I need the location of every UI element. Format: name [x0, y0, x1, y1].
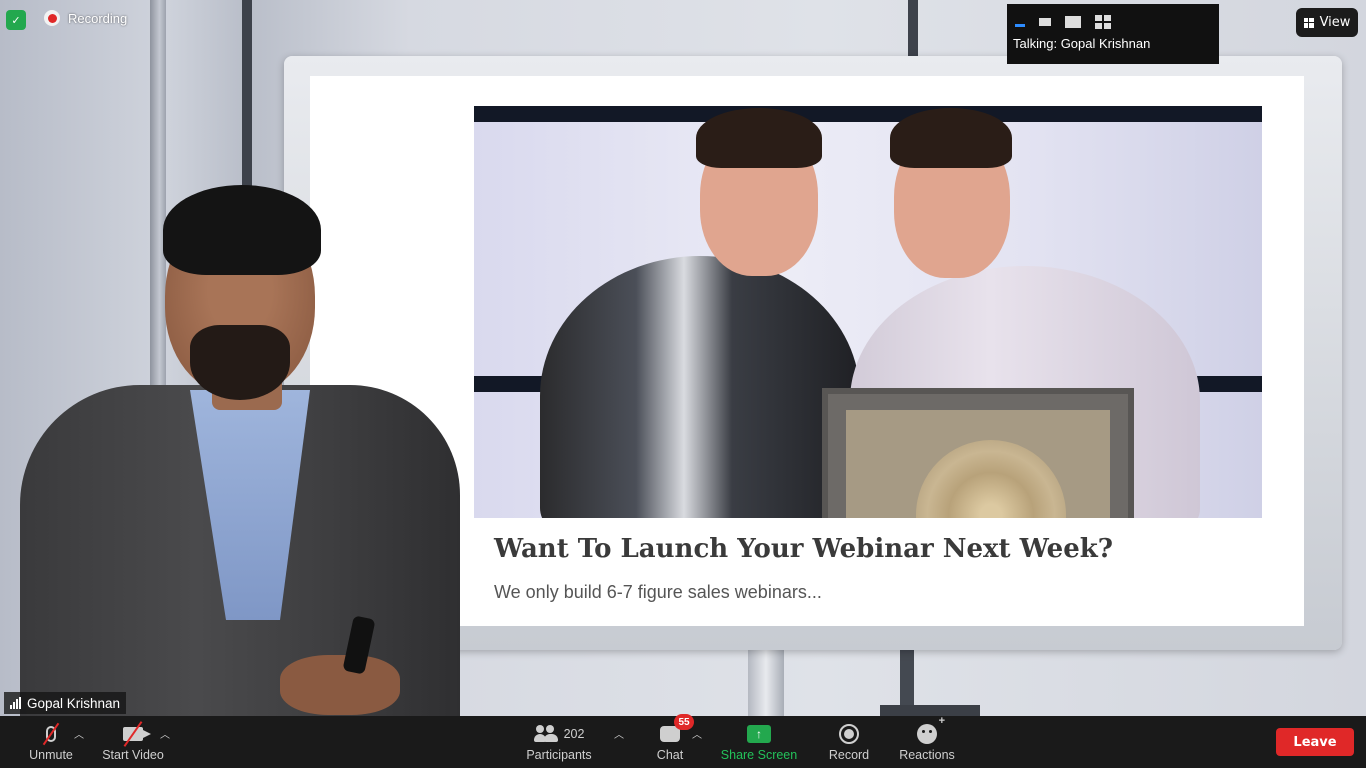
plaque-inner	[846, 410, 1110, 518]
share-screen-icon: ↑	[747, 725, 771, 743]
chat-button[interactable]: 55 Chat	[648, 714, 694, 768]
participants-button[interactable]: 202 Participants	[518, 716, 600, 768]
slide-subheadline: We only build 6-7 figure sales webinars.…	[494, 582, 822, 602]
unmute-label: Unmute	[29, 748, 73, 762]
zoom-meeting-window: Want To Launch Your Webinar Next Week? W…	[0, 0, 1366, 768]
photo-stripe	[474, 106, 1262, 122]
stand-base	[880, 705, 980, 716]
audio-options-caret-icon[interactable]: ︿	[74, 726, 84, 741]
large-layout-icon[interactable]	[1065, 16, 1081, 28]
leave-button[interactable]: Leave	[1276, 728, 1354, 756]
recording-dot-icon	[44, 10, 60, 26]
record-icon	[839, 724, 859, 744]
wall-shadow	[242, 0, 252, 200]
grid-icon	[1303, 17, 1314, 28]
wall-shadow	[908, 0, 918, 56]
share-screen-label: Share Screen	[720, 748, 798, 762]
video-options-caret-icon[interactable]: ︿	[160, 726, 170, 741]
recording-indicator[interactable]: Recording	[44, 10, 127, 26]
participants-label: Participants	[526, 748, 592, 762]
chat-options-caret-icon[interactable]: ︿	[692, 726, 702, 741]
award-disc	[916, 440, 1066, 518]
slide-headline: Want To Launch Your Webinar Next Week?	[494, 534, 1113, 564]
reactions-button[interactable]: Reactions	[894, 715, 960, 768]
shield-check-icon[interactable]: ✓	[6, 10, 26, 30]
gallery-icon[interactable]	[1095, 15, 1111, 29]
participants-count: 202	[563, 727, 585, 741]
record-button[interactable]: Record	[824, 716, 874, 768]
minimize-icon[interactable]	[1015, 24, 1025, 27]
person-left	[540, 256, 860, 518]
talking-indicator: Talking: Gopal Krishnan	[1013, 36, 1151, 51]
view-button[interactable]: View	[1296, 8, 1358, 37]
participants-icon-group: 202	[533, 722, 585, 746]
chat-icon-group: 55	[660, 714, 694, 746]
video-off-icon	[123, 721, 151, 747]
active-speaker-panel: Talking: Gopal Krishnan	[1007, 4, 1219, 64]
slide-photo	[474, 106, 1262, 518]
presenter	[20, 185, 480, 716]
screen-stand	[748, 650, 784, 716]
person-left-hair	[696, 108, 822, 168]
recording-label: Recording	[68, 10, 128, 26]
start-video-button[interactable]: Start Video	[96, 716, 170, 768]
presenter-hand	[280, 655, 400, 715]
view-label: View	[1319, 15, 1351, 30]
reactions-icon-wrap	[917, 715, 945, 746]
presenter-hair	[163, 185, 321, 275]
video-feed: Want To Launch Your Webinar Next Week? W…	[0, 0, 1366, 716]
layout-switcher	[1007, 4, 1219, 32]
share-screen-button[interactable]: ↑ Share Screen	[716, 716, 802, 768]
record-label: Record	[828, 748, 870, 762]
person-right-hair	[890, 108, 1012, 168]
presenter-beard	[190, 325, 290, 400]
share-screen-icon-wrap: ↑	[747, 722, 771, 746]
small-layout-icon[interactable]	[1039, 18, 1051, 26]
unmute-button[interactable]: Unmute	[22, 716, 80, 768]
signal-bars-icon	[10, 697, 21, 709]
participant-name: Gopal Krishnan	[27, 695, 121, 711]
award-plaque	[822, 388, 1134, 518]
participants-options-caret-icon[interactable]: ︿	[614, 726, 624, 741]
record-icon-wrap	[839, 722, 859, 746]
chat-unread-badge: 55	[674, 714, 694, 730]
chat-label: Chat	[656, 748, 684, 762]
people-icon	[533, 725, 558, 743]
reactions-label: Reactions	[899, 748, 955, 762]
meeting-toolbar: Unmute ︿ Start Video ︿ 202 Participants …	[0, 714, 1366, 768]
microphone-muted-icon	[42, 722, 60, 746]
participant-name-tag: Gopal Krishnan	[4, 692, 127, 714]
start-video-label: Start Video	[102, 748, 164, 762]
smile-add-icon	[917, 715, 945, 744]
